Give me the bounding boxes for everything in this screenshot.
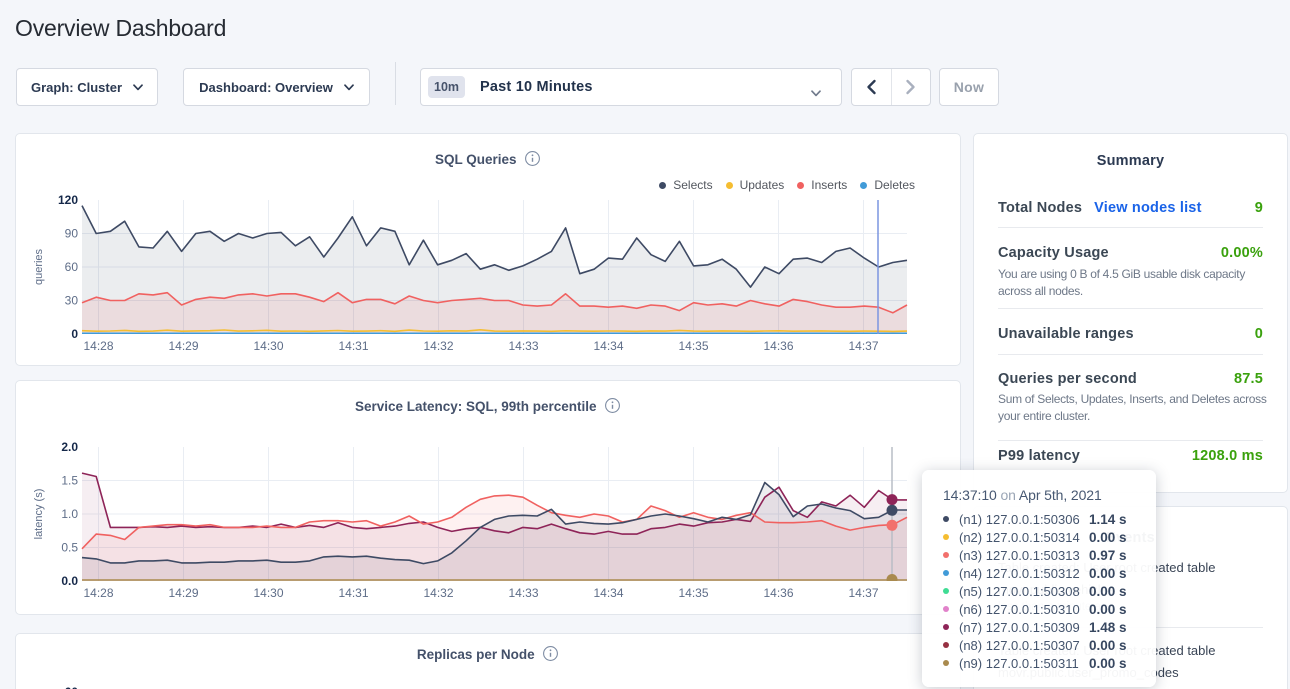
svg-text:14:33: 14:33 — [508, 586, 538, 600]
svg-text:14:37: 14:37 — [848, 586, 878, 600]
svg-text:14:35: 14:35 — [678, 586, 708, 600]
svg-text:2.0: 2.0 — [61, 440, 78, 454]
svg-text:14:30: 14:30 — [253, 586, 283, 600]
svg-text:1.0: 1.0 — [61, 507, 78, 521]
svg-text:14:31: 14:31 — [338, 586, 368, 600]
svg-text:14:36: 14:36 — [763, 339, 793, 353]
svg-text:14:34: 14:34 — [593, 586, 623, 600]
svg-text:30: 30 — [65, 294, 79, 308]
svg-text:14:36: 14:36 — [763, 586, 793, 600]
svg-text:14:33: 14:33 — [508, 339, 538, 353]
svg-text:14:32: 14:32 — [423, 586, 453, 600]
svg-text:0.0: 0.0 — [61, 574, 78, 588]
svg-text:0: 0 — [71, 327, 78, 341]
svg-text:latency (s): latency (s) — [33, 489, 45, 540]
svg-text:14:28: 14:28 — [83, 339, 113, 353]
svg-text:90: 90 — [65, 227, 79, 241]
svg-text:1.5: 1.5 — [61, 474, 78, 488]
svg-text:14:30: 14:30 — [253, 339, 283, 353]
svg-text:14:35: 14:35 — [678, 339, 708, 353]
svg-text:14:31: 14:31 — [338, 339, 368, 353]
svg-text:60: 60 — [65, 260, 79, 274]
svg-text:14:28: 14:28 — [83, 586, 113, 600]
svg-text:120: 120 — [58, 193, 78, 207]
svg-text:14:29: 14:29 — [168, 586, 198, 600]
svg-text:queries: queries — [33, 248, 45, 285]
svg-text:14:34: 14:34 — [593, 339, 623, 353]
svg-text:14:32: 14:32 — [423, 339, 453, 353]
svg-text:14:29: 14:29 — [168, 339, 198, 353]
svg-text:0.5: 0.5 — [61, 541, 78, 555]
svg-text:14:37: 14:37 — [848, 339, 878, 353]
